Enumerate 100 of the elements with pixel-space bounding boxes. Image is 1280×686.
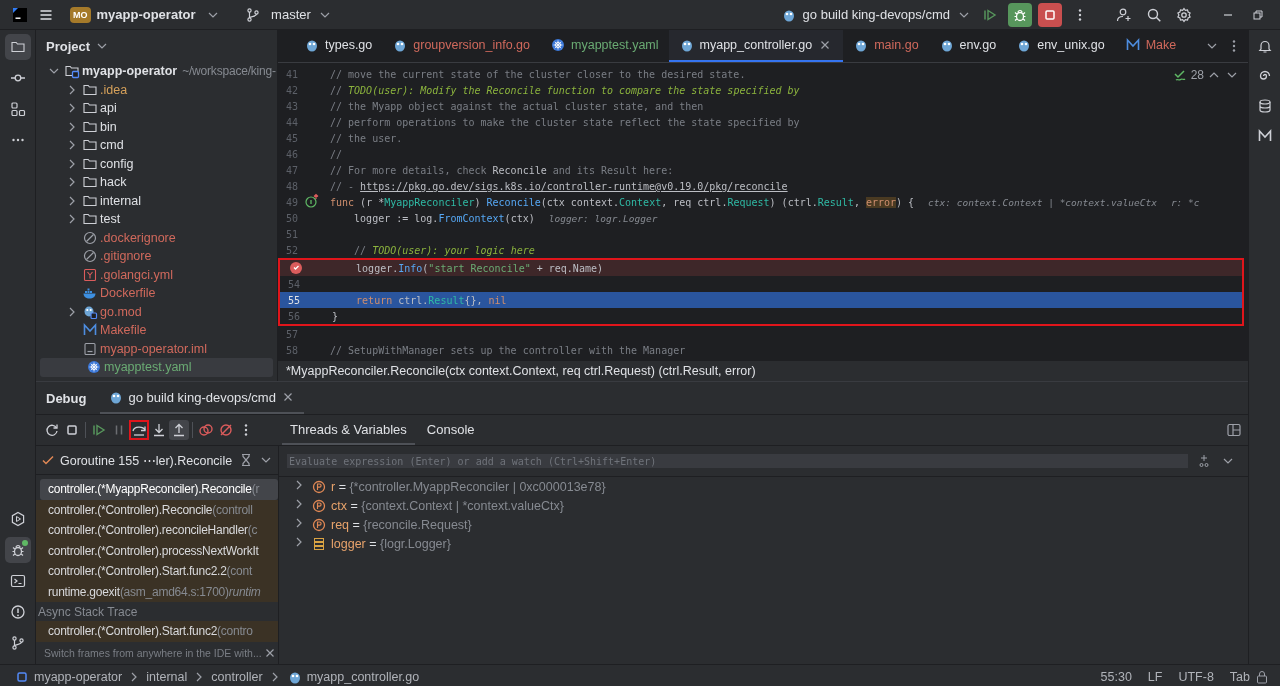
view-tab[interactable]: Console — [418, 415, 483, 445]
editor-tab[interactable]: Make — [1114, 30, 1187, 62]
tree-item-label[interactable]: .dockerignore — [100, 230, 176, 245]
editor-tab[interactable]: groupversion_info.go — [382, 30, 540, 62]
stack-frame[interactable]: runtime.goexit(asm_amd64.s:1700)runtim — [36, 581, 278, 602]
stop-icon[interactable] — [64, 422, 80, 438]
tree-item-label[interactable]: myapp-operator.iml — [100, 341, 207, 356]
selected-tree-row[interactable]: myapptest.yaml — [40, 358, 273, 377]
variable-entry[interactable]: req = {reconcile.Request} — [331, 517, 472, 532]
branch-icon[interactable] — [9, 634, 26, 651]
app-logo-icon — [12, 6, 28, 23]
stack-frame[interactable]: controller.(*Controller).Start.func2.2(cont — [36, 561, 278, 582]
editor-tab[interactable]: myapptest.yaml — [540, 30, 669, 62]
breadcrumb[interactable]: myapp_controller.go — [306, 670, 420, 684]
problems-icon[interactable] — [9, 603, 26, 620]
view-tab[interactable]: Threads & Variables — [282, 415, 415, 445]
line-number: 52 — [286, 244, 300, 256]
inlay-hint: logger: logr.Logger — [548, 212, 658, 224]
code-text: // TODO(user): Modify the Reconcile function to compare the state specified by — [330, 84, 800, 96]
file-encoding[interactable]: UTF-8 — [1178, 670, 1214, 684]
status-dot — [21, 539, 28, 546]
helm-wheel-icon — [550, 37, 566, 53]
rerun-icon[interactable] — [44, 422, 60, 438]
tree-item-label[interactable]: bin — [100, 119, 117, 134]
stop-icon[interactable] — [1038, 2, 1062, 27]
tree-item-label[interactable]: Dockerfile — [100, 286, 156, 301]
panel-title[interactable]: Project — [46, 38, 91, 54]
editor-tab[interactable]: env_unix.go — [1006, 30, 1115, 62]
project-path: ~/workspace/king- — [182, 64, 276, 79]
code-text: // — [330, 148, 343, 160]
tree-item-label[interactable]: go.mod — [100, 304, 142, 319]
stack-frame[interactable]: controller.(*Controller).Reconcile(controll — [36, 499, 278, 520]
lock-icon[interactable] — [1254, 669, 1270, 685]
bell-icon[interactable] — [1256, 38, 1273, 54]
breakpoints-icon[interactable] — [198, 422, 214, 438]
code-text: return ctrl.Result{}, nil — [355, 294, 507, 306]
inspection-count[interactable]: 28 — [1190, 68, 1204, 82]
editor-tab[interactable]: myapp_controller.go — [668, 30, 844, 62]
tree-item-label[interactable]: internal — [100, 193, 141, 208]
parameter-icon — [311, 478, 327, 495]
url-link[interactable]: https://pkg.go.dev/sigs.k8s.io/controller-runtime@v0.19.0/pkg/reconcile — [360, 180, 788, 192]
implements-icon[interactable] — [304, 193, 320, 209]
breakpoint-icon[interactable] — [288, 260, 304, 276]
layout-icon[interactable] — [1226, 422, 1242, 438]
editor-tab[interactable]: env.go — [928, 30, 1007, 62]
caret-position[interactable]: 55:30 — [1100, 670, 1132, 684]
database-icon[interactable] — [1256, 98, 1273, 114]
tree-item-label[interactable]: .golangci.yml — [100, 267, 173, 282]
line-number: 51 — [286, 228, 300, 240]
tree-item-label[interactable]: .gitignore — [100, 249, 152, 264]
code-text: // TODO(user): your logic here — [353, 244, 535, 256]
hexagon-play-icon[interactable] — [9, 510, 26, 527]
bug-icon[interactable] — [1008, 2, 1032, 27]
variable-entry[interactable]: ctx = {context.Context | *context.valueCtx} — [331, 498, 564, 513]
tree-item-label[interactable]: .idea — [100, 82, 128, 97]
m-shape-icon[interactable] — [1256, 128, 1273, 144]
tree-item-label[interactable]: test — [100, 212, 121, 227]
code-text: logger.Info("start Reconcile" + req.Name) — [355, 262, 603, 274]
stack-frame[interactable]: controller.(*Controller).reconcileHandler(c — [36, 520, 278, 541]
tree-item-label[interactable]: cmd — [100, 138, 124, 153]
line-separator[interactable]: LF — [1147, 670, 1163, 684]
project-selector[interactable]: MO myapp-operator — [70, 6, 200, 23]
stack-frame[interactable]: controller.(*Controller).Start.func2(contro — [36, 621, 278, 642]
breadcrumb[interactable]: controller — [211, 670, 263, 684]
run-configuration-selector[interactable]: go build king-devops/cmd — [802, 7, 950, 22]
code-text: // perform operations to make the cluster state reflect the state specified by — [330, 116, 800, 128]
editor-tab[interactable]: types.go — [294, 30, 383, 62]
module-folder-icon — [64, 63, 80, 80]
resume-icon[interactable] — [91, 422, 107, 438]
step-into-icon[interactable] — [151, 422, 167, 438]
ignore-file-icon — [82, 248, 98, 265]
tree-item-label[interactable]: myapp-operator — [82, 64, 178, 79]
variable-entry[interactable]: r = {*controller.MyappReconciler | 0xc000013e78} — [331, 479, 606, 494]
breadcrumb[interactable]: internal — [146, 670, 188, 684]
terminal-icon[interactable] — [9, 572, 26, 589]
structure-icon[interactable] — [9, 101, 26, 117]
stack-frame[interactable]: controller.(*MyappReconciler).Reconcile(r — [40, 479, 278, 500]
tree-item-label[interactable]: hack — [100, 175, 127, 190]
section-header: Async Stack Trace — [37, 603, 139, 621]
thread-selector[interactable]: Goroutine 155 ⋯ler).Reconcile — [60, 452, 234, 468]
line-number: 42 — [286, 84, 300, 96]
tree-item-label[interactable]: api — [100, 101, 117, 116]
branch-selector[interactable]: master — [271, 7, 311, 22]
breadcrumb[interactable]: myapp-operator — [34, 670, 123, 684]
tree-item-label[interactable]: config — [100, 156, 134, 171]
stack-frame[interactable]: controller.(*Controller).processNextWorkIt — [36, 540, 278, 561]
code-text: // For more details, check Reconcile and its Result here: — [330, 164, 674, 176]
parameter-icon — [311, 516, 327, 533]
code-text: logger := log.FromContext(ctx) — [353, 212, 535, 224]
mute-breakpoints-icon[interactable] — [218, 422, 234, 438]
indent-setting[interactable]: Tab — [1229, 670, 1250, 684]
folder-icon[interactable] — [9, 39, 26, 55]
stack-icon — [311, 535, 327, 552]
step-out-icon[interactable] — [171, 422, 187, 438]
tree-item-label[interactable]: myapptest.yaml — [104, 360, 192, 375]
session-tab[interactable]: go build king-devops/cmd — [100, 382, 304, 414]
tree-item-label[interactable]: Makefile — [100, 323, 147, 338]
editor-tab[interactable]: main.go — [843, 30, 929, 62]
variable-entry[interactable]: logger = {logr.Logger} — [331, 536, 451, 551]
line-number: 58 — [286, 344, 300, 356]
